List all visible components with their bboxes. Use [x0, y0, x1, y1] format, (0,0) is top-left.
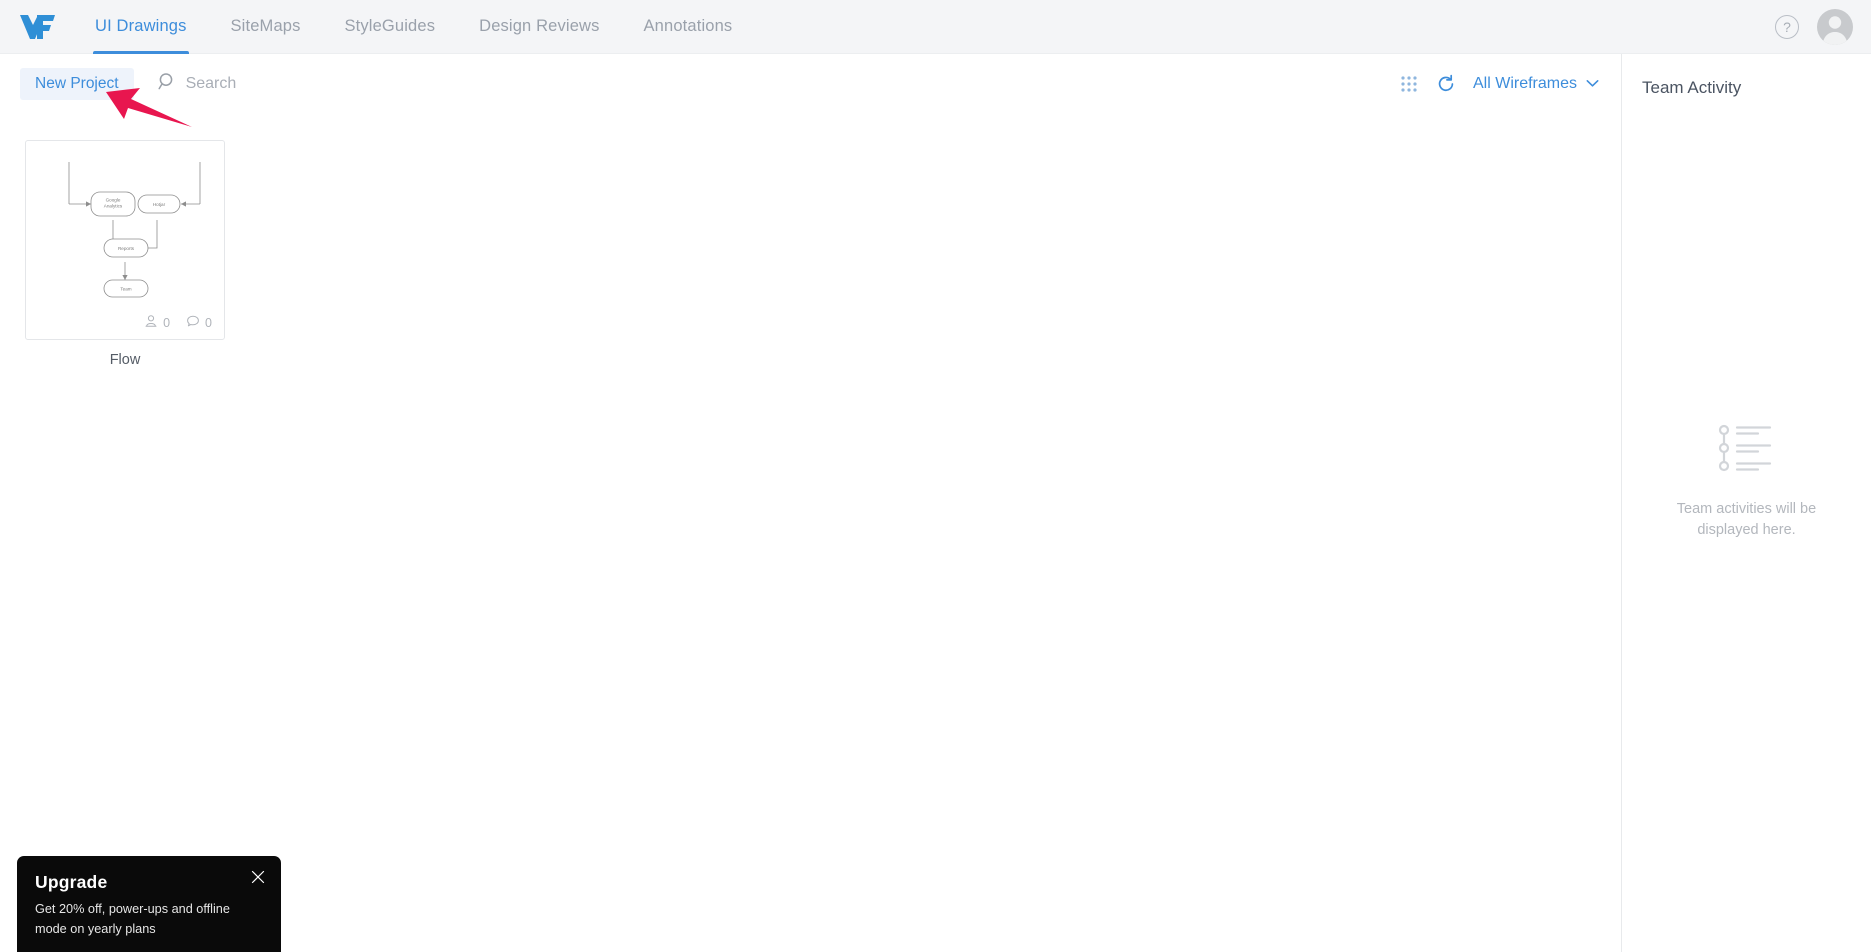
team-activity-sidebar: Team Activity Team activities will be di…: [1621, 54, 1871, 952]
refresh-icon[interactable]: [1436, 74, 1456, 94]
comments-count: 0: [186, 314, 212, 331]
wireframe-logo-icon[interactable]: [17, 10, 57, 44]
team-activity-title: Team Activity: [1642, 78, 1742, 97]
search-icon: [158, 72, 177, 96]
app-root: UI Drawings SiteMaps StyleGuides Design …: [0, 0, 1871, 952]
upgrade-toast-title: Upgrade: [35, 872, 108, 892]
toolbar-right-controls: All Wireframes: [1399, 74, 1621, 94]
chevron-down-icon: [1586, 75, 1599, 93]
upgrade-toast: Upgrade Get 20% off, power-ups and offli…: [17, 856, 281, 952]
search-input[interactable]: [185, 75, 406, 93]
tab-design-reviews-label: Design Reviews: [479, 17, 600, 35]
project-card-grid: Google Analytics Hotjar Reports Team 0 0…: [25, 140, 1621, 368]
collaborators-count: 0: [144, 314, 170, 331]
nav-right-controls: ?: [1775, 8, 1871, 45]
collaborators-count-value: 0: [163, 315, 171, 330]
svg-text:Team: Team: [120, 287, 131, 292]
top-navigation-bar: UI Drawings SiteMaps StyleGuides Design …: [0, 0, 1871, 54]
projects-content-area: Google Analytics Hotjar Reports Team 0 0…: [0, 114, 1621, 952]
new-project-button[interactable]: New Project: [20, 68, 134, 100]
team-activity-empty-state: Team activities will be displayed here.: [1622, 424, 1871, 541]
tab-sitemaps[interactable]: SiteMaps: [209, 0, 323, 54]
person-icon: [144, 314, 158, 331]
project-thumbnail-flowchart: Google Analytics Hotjar Reports Team: [34, 149, 216, 305]
help-icon-label: ?: [1783, 18, 1791, 35]
tab-design-reviews[interactable]: Design Reviews: [457, 0, 621, 54]
team-activity-empty-text: Team activities will be displayed here.: [1676, 501, 1817, 539]
new-project-button-label: New Project: [35, 75, 119, 92]
wireframes-filter-label: All Wireframes: [1472, 75, 1577, 92]
tab-styleguides[interactable]: StyleGuides: [323, 0, 458, 54]
project-card-title: Flow: [109, 352, 141, 368]
close-icon[interactable]: [249, 868, 267, 886]
wireframes-filter-dropdown[interactable]: All Wireframes: [1473, 75, 1599, 93]
activity-timeline-icon: [1716, 424, 1778, 477]
avatar[interactable]: [1817, 8, 1853, 45]
comments-count-value: 0: [205, 315, 212, 330]
tab-sitemaps-label: SiteMaps: [230, 17, 301, 35]
comment-bubble-icon: [186, 314, 200, 331]
project-card-wrapper: Google Analytics Hotjar Reports Team 0 0…: [25, 140, 225, 368]
help-icon[interactable]: ?: [1775, 14, 1799, 39]
upgrade-toast-body: Get 20% off, power-ups and offline mode …: [35, 902, 230, 936]
tab-annotations-label: Annotations: [643, 17, 733, 35]
svg-text:Analytics: Analytics: [104, 204, 123, 209]
tab-ui-drawings[interactable]: UI Drawings: [73, 0, 209, 54]
project-card-meta: 0 0: [144, 314, 212, 331]
search-box[interactable]: [158, 72, 406, 96]
projects-toolbar: New Project Search All Wireframes: [0, 54, 1621, 114]
svg-text:Hotjar: Hotjar: [153, 202, 166, 207]
tab-annotations[interactable]: Annotations: [622, 0, 755, 54]
svg-text:Reports: Reports: [118, 246, 135, 251]
tab-ui-drawings-label: UI Drawings: [95, 17, 187, 35]
grid-view-icon[interactable]: [1399, 74, 1419, 94]
tab-styleguides-label: StyleGuides: [344, 17, 436, 35]
project-card-flow[interactable]: Google Analytics Hotjar Reports Team 0 0: [25, 140, 225, 340]
svg-text:Google: Google: [106, 198, 121, 203]
nav-tabs: UI Drawings SiteMaps StyleGuides Design …: [73, 0, 754, 54]
